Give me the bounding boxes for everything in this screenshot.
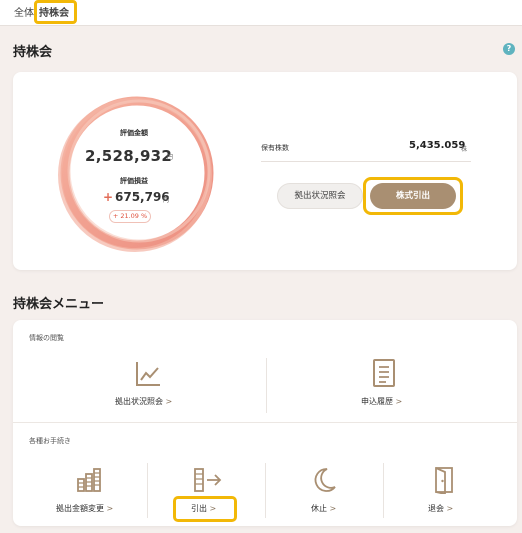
chevron-right-icon: > [165, 397, 173, 406]
door-exit-icon [435, 467, 453, 494]
help-icon[interactable]: ? [503, 43, 515, 55]
menu-title: 持株会メニュー [13, 297, 105, 312]
coin-withdraw-icon [194, 468, 222, 492]
menu-item-suspend[interactable]: 休止 > [265, 455, 383, 520]
highlight-box-withdraw [173, 496, 237, 522]
menu-item-label: 拠出金額変更 [56, 504, 104, 513]
gain-percent-badge: + 21.09 % [109, 210, 151, 223]
valuation-label: 評価金額 [120, 129, 148, 137]
gain-label: 評価損益 [120, 177, 148, 185]
holdings-summary-card: 評価金額 2,528,932 円 評価損益 + 675,796 円 + 21.0… [13, 72, 517, 270]
menu-item-withdraw-membership[interactable]: 退会 > [383, 455, 517, 520]
menu-item-label: 拠出状況照会 [115, 397, 163, 406]
divider [13, 422, 517, 423]
highlight-box-withdraw-shares [363, 177, 463, 215]
chevron-right-icon: > [106, 504, 114, 513]
menu-item-label: 休止 [311, 504, 327, 513]
menu-item-contribution-status[interactable]: 拠出状況照会 > [13, 350, 266, 415]
menu-item-label: 退会 [428, 504, 444, 513]
line-chart-icon [136, 362, 160, 386]
valuation-ring-graphic [58, 96, 214, 252]
top-tab-bar: 全体 持株会 [0, 0, 522, 26]
contribution-status-button[interactable]: 拠出状況照会 [277, 183, 363, 209]
menu-item-label: 申込履歴 [361, 397, 393, 406]
coin-stack-icon [77, 468, 101, 492]
menu-card: 情報の閲覧 拠出状況照会 > 申込履歴 > 各種お手続き 拠出金額変更 > 引出… [13, 320, 517, 526]
highlight-box-tab [34, 0, 77, 24]
shares-value: 5,435.059 [409, 140, 466, 151]
gain-yen: 円 [163, 197, 170, 204]
page-title: 持株会 [13, 45, 53, 60]
document-icon [373, 359, 395, 387]
gain-sign: + [103, 190, 114, 204]
divider [261, 161, 471, 162]
chevron-right-icon: > [395, 397, 403, 406]
shares-label: 保有株数 [261, 144, 289, 152]
tab-all[interactable]: 全体 [14, 4, 34, 19]
procedures-group-label: 各種お手続き [29, 437, 71, 445]
chevron-right-icon: > [446, 504, 454, 513]
moon-icon [314, 468, 336, 492]
menu-item-change-contribution[interactable]: 拠出金額変更 > [13, 455, 147, 520]
menu-item-application-history[interactable]: 申込履歴 > [266, 350, 517, 415]
shares-unit: 株 [461, 146, 468, 153]
gain-value: 675,796 [115, 190, 170, 204]
info-group-label: 情報の閲覧 [29, 334, 64, 342]
chevron-right-icon: > [329, 504, 337, 513]
valuation-yen: 円 [167, 154, 174, 161]
valuation-value: 2,528,932 [85, 147, 173, 165]
